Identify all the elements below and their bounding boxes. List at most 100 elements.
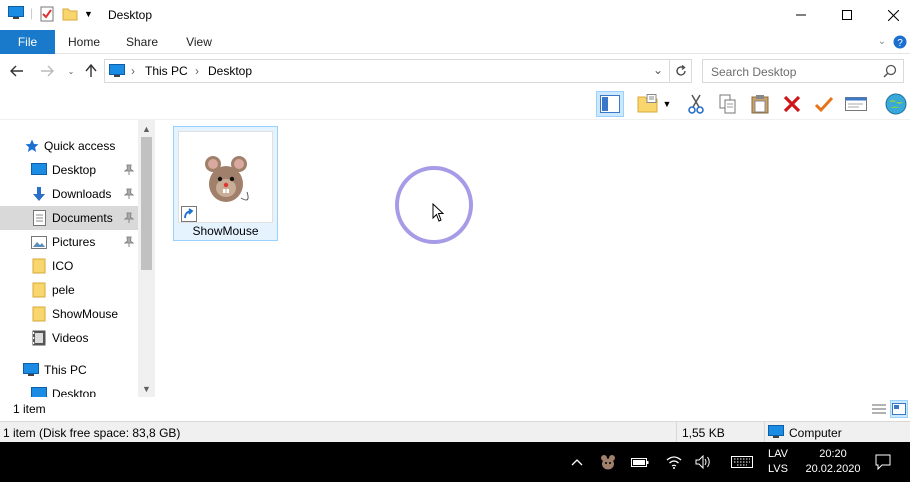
status-bar: 1 item — [0, 397, 910, 421]
up-button[interactable] — [82, 62, 100, 80]
location-label: Computer — [789, 426, 842, 440]
pin-icon[interactable] — [123, 188, 135, 200]
title-bar: | ▼ Desktop — [0, 0, 910, 30]
breadcrumb-desktop[interactable]: Desktop — [208, 64, 252, 78]
nav-item-this-pc-desktop[interactable]: Desktop — [0, 382, 138, 397]
nav-quick-access[interactable]: Quick access — [0, 134, 138, 158]
computer-icon — [768, 425, 784, 442]
tab-file[interactable]: File — [0, 30, 55, 54]
recent-locations-chevron-icon[interactable]: ⌄ — [62, 62, 80, 80]
showmouse-tray-icon[interactable] — [597, 452, 619, 472]
close-button[interactable] — [870, 0, 910, 30]
nav-item-downloads[interactable]: Downloads — [0, 182, 138, 206]
separator: | — [30, 6, 34, 20]
nav-item-desktop[interactable]: Desktop — [0, 158, 138, 182]
taskbar: LAV LVS 20:20 20.02.2020 — [0, 442, 910, 482]
nav-scrollbar[interactable]: ▲ ▼ — [138, 120, 155, 397]
expand-ribbon-icon[interactable]: ⌄ — [874, 30, 890, 54]
tab-view[interactable]: View — [178, 30, 220, 54]
address-dropdown-icon[interactable]: ⌄ — [653, 63, 663, 77]
language-code: LAV — [768, 448, 788, 460]
globe-icon[interactable] — [882, 91, 910, 117]
new-folder-icon[interactable] — [62, 6, 78, 25]
mouse-pointer-icon — [432, 202, 445, 226]
tab-share[interactable]: Share — [120, 30, 164, 54]
battery-icon[interactable] — [629, 452, 651, 472]
pin-icon[interactable] — [123, 212, 135, 224]
show-hidden-icons-chevron-icon[interactable] — [566, 452, 588, 472]
keyboard-icon[interactable] — [729, 452, 755, 472]
details-view-icon[interactable] — [634, 91, 662, 117]
video-icon — [31, 330, 47, 346]
preview-pane-button[interactable] — [596, 91, 624, 117]
nav-this-pc[interactable]: This PC — [0, 358, 138, 382]
download-icon — [31, 186, 47, 202]
forward-button[interactable] — [38, 62, 56, 80]
ribbon-tabs: File Home Share View ⌄ ? — [0, 30, 910, 54]
details-bar: 1 item (Disk free space: 83,8 GB) 1,55 K… — [0, 421, 910, 443]
address-bar[interactable]: › This PC › Desktop ⌄ — [104, 59, 670, 83]
view-dropdown-icon[interactable]: ▼ — [660, 91, 674, 117]
item-count: 1 item — [13, 402, 46, 416]
minimize-button[interactable] — [778, 0, 824, 30]
help-icon[interactable]: ? — [892, 30, 908, 54]
svg-text:?: ? — [897, 38, 903, 49]
back-button[interactable] — [8, 62, 26, 80]
pin-icon[interactable] — [123, 164, 135, 176]
paste-icon[interactable] — [746, 91, 774, 117]
volume-icon[interactable] — [693, 452, 715, 472]
maximize-button[interactable] — [824, 0, 870, 30]
notifications-icon[interactable] — [872, 452, 894, 472]
nav-item-showmouse[interactable]: ShowMouse — [0, 302, 138, 326]
tab-home[interactable]: Home — [62, 30, 106, 54]
explorer-window: | ▼ Desktop File Home Share View ⌄ ? ⌄ ›… — [0, 0, 910, 482]
divider — [676, 422, 677, 443]
details-view-button[interactable] — [870, 400, 888, 418]
refresh-button[interactable] — [670, 59, 692, 83]
clock[interactable]: 20:20 20.02.2020 — [803, 447, 863, 477]
nav-label: Downloads — [52, 187, 112, 201]
file-name: ShowMouse — [192, 224, 259, 238]
folder-icon — [31, 282, 47, 298]
nav-label: pele — [52, 283, 75, 297]
file-list: ShowMouse — [155, 120, 910, 397]
nav-item-pictures[interactable]: Pictures — [0, 230, 138, 254]
keyboard-layout: LVS — [768, 463, 788, 475]
nav-item-pele[interactable]: pele — [0, 278, 138, 302]
customize-toolbar-icon[interactable]: ▼ — [84, 9, 93, 19]
scrollbar-thumb[interactable] — [141, 137, 152, 270]
disk-info: 1 item (Disk free space: 83,8 GB) — [3, 426, 181, 440]
rename-checkmark-icon[interactable] — [810, 91, 838, 117]
copy-icon[interactable] — [714, 91, 742, 117]
breadcrumb-this-pc[interactable]: This PC — [145, 64, 188, 78]
properties-icon[interactable] — [40, 6, 54, 25]
breadcrumb-separator-icon[interactable]: › — [131, 64, 135, 78]
nav-label: This PC — [44, 363, 87, 377]
folder-icon — [31, 306, 47, 322]
wifi-icon[interactable] — [663, 452, 685, 472]
desktop-icon — [31, 386, 47, 397]
nav-label: Videos — [52, 331, 89, 345]
nav-item-documents[interactable]: Documents — [0, 206, 138, 230]
breadcrumb-separator-icon[interactable]: › — [195, 64, 199, 78]
search-icon[interactable] — [883, 64, 897, 81]
input-language[interactable]: LAV LVS — [768, 447, 788, 477]
large-icons-view-button[interactable] — [890, 400, 908, 418]
nav-item-videos[interactable]: Videos — [0, 326, 138, 350]
nav-label: ICO — [52, 259, 74, 273]
nav-label: Pictures — [52, 235, 96, 249]
file-item-showmouse[interactable]: ShowMouse — [173, 126, 278, 241]
computer-icon[interactable] — [8, 6, 24, 23]
clock-date: 20.02.2020 — [805, 463, 861, 475]
scroll-down-icon[interactable]: ▼ — [138, 380, 155, 397]
address-row: ⌄ › This PC › Desktop ⌄ Search Desktop — [0, 56, 910, 86]
search-box[interactable]: Search Desktop — [702, 59, 904, 83]
properties-icon[interactable] — [842, 91, 870, 117]
scroll-up-icon[interactable]: ▲ — [138, 120, 155, 137]
cut-icon[interactable] — [682, 91, 710, 117]
folder-icon — [31, 258, 47, 274]
pin-icon[interactable] — [123, 236, 135, 248]
nav-label: ShowMouse — [52, 307, 119, 321]
nav-item-ico[interactable]: ICO — [0, 254, 138, 278]
delete-icon[interactable] — [778, 91, 806, 117]
